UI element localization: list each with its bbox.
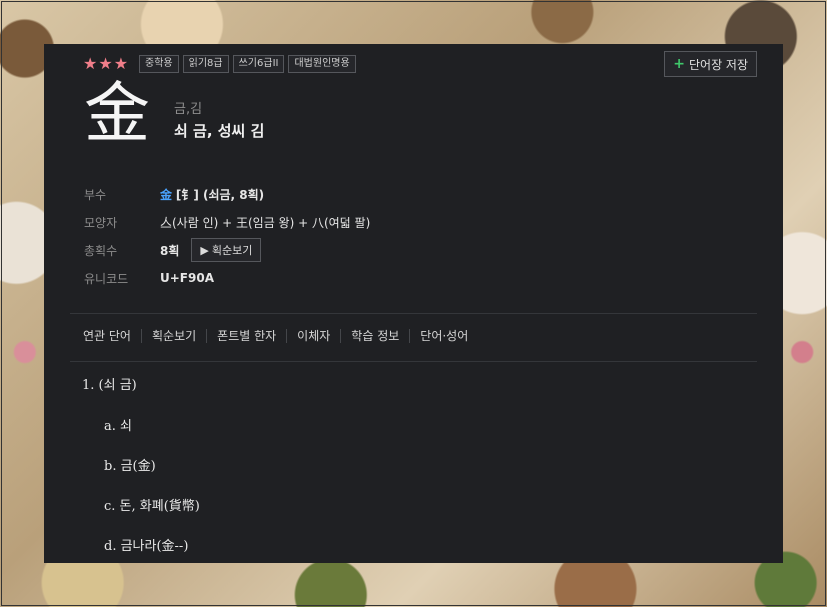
section-tabs: 연관 단어 획순보기 폰트별 한자 이체자 학습 정보 단어·성어 [83,329,478,343]
tab-related-words[interactable]: 연관 단어 [83,329,141,343]
save-to-wordbook-button[interactable]: + 단어장 저장 [664,51,757,77]
badge-middle-school: 중학용 [139,54,179,73]
tab-study-info[interactable]: 학습 정보 [340,329,409,343]
stroke-order-button-label: 획순보기 [211,244,253,257]
radical-link[interactable]: 金 [160,188,172,202]
unicode-label: 유니코드 [84,271,129,286]
hanja-character: 金 [84,75,150,152]
definition-item: a. 쇠 [104,419,132,434]
definition-item: d. 금나라(金--) [104,539,189,554]
shape-components: 亼(사람 인) + 王(임금 왕) + 八(여덟 팔) [160,215,371,230]
tab-words-idioms[interactable]: 단어·성어 [409,329,478,343]
level-badges-bar: ★★★ 중학용 읽기8급 쓰기6급II 대법원인명용 [83,54,356,73]
hanja-info-table: 부수 金 [钅] (쇠금, 8획) 모양자 亼(사람 인) + 王(임금 왕) … [84,180,370,292]
info-row-unicode: 유니코드 U+F90A [84,264,370,292]
importance-stars: ★★★ [83,54,130,73]
hanja-meanings: 쇠 금, 성씨 김 [174,122,265,140]
definition-item: c. 돈, 화폐(貨幣) [104,499,200,514]
tab-stroke-order[interactable]: 획순보기 [140,329,206,343]
stroke-order-button[interactable]: ▶ 획순보기 [191,238,262,262]
badge-reading-level: 읽기8급 [182,54,229,73]
info-row-shape: 모양자 亼(사람 인) + 王(임금 왕) + 八(여덟 팔) [84,208,370,236]
save-button-label: 단어장 저장 [688,57,748,72]
shape-label: 모양자 [84,215,118,230]
strokes-label: 총획수 [84,243,118,258]
hanja-readings: 금,김 [174,102,203,117]
radical-label: 부수 [84,187,107,202]
badge-writing-level: 쓰기6급II [232,54,285,73]
radical-detail: [钅] (쇠금, 8획) [175,187,265,202]
badge-court-name: 대법원인명용 [288,54,356,73]
stroke-count: 8획 [160,243,180,258]
definition-main: 1. (쇠 금) [82,378,137,393]
definition-item: b. 금(金) [104,459,156,474]
tab-variants[interactable]: 이체자 [286,329,340,343]
unicode-value: U+F90A [160,271,214,285]
section-divider-bottom [70,361,757,362]
section-divider-top [70,313,757,314]
tab-fonts[interactable]: 폰트별 한자 [206,329,286,343]
info-row-strokes: 총획수 8획 ▶ 획순보기 [84,236,370,264]
definitions-list: 1. (쇠 금) a. 쇠 b. 금(金) c. 돈, 화폐(貨幣) d. 금나… [82,374,200,563]
hanja-detail-panel: ★★★ 중학용 읽기8급 쓰기6급II 대법원인명용 + 단어장 저장 金 금,… [44,44,783,563]
info-row-radical: 부수 金 [钅] (쇠금, 8획) [84,180,370,208]
plus-icon: + [673,56,685,72]
play-icon: ▶ [200,243,209,257]
